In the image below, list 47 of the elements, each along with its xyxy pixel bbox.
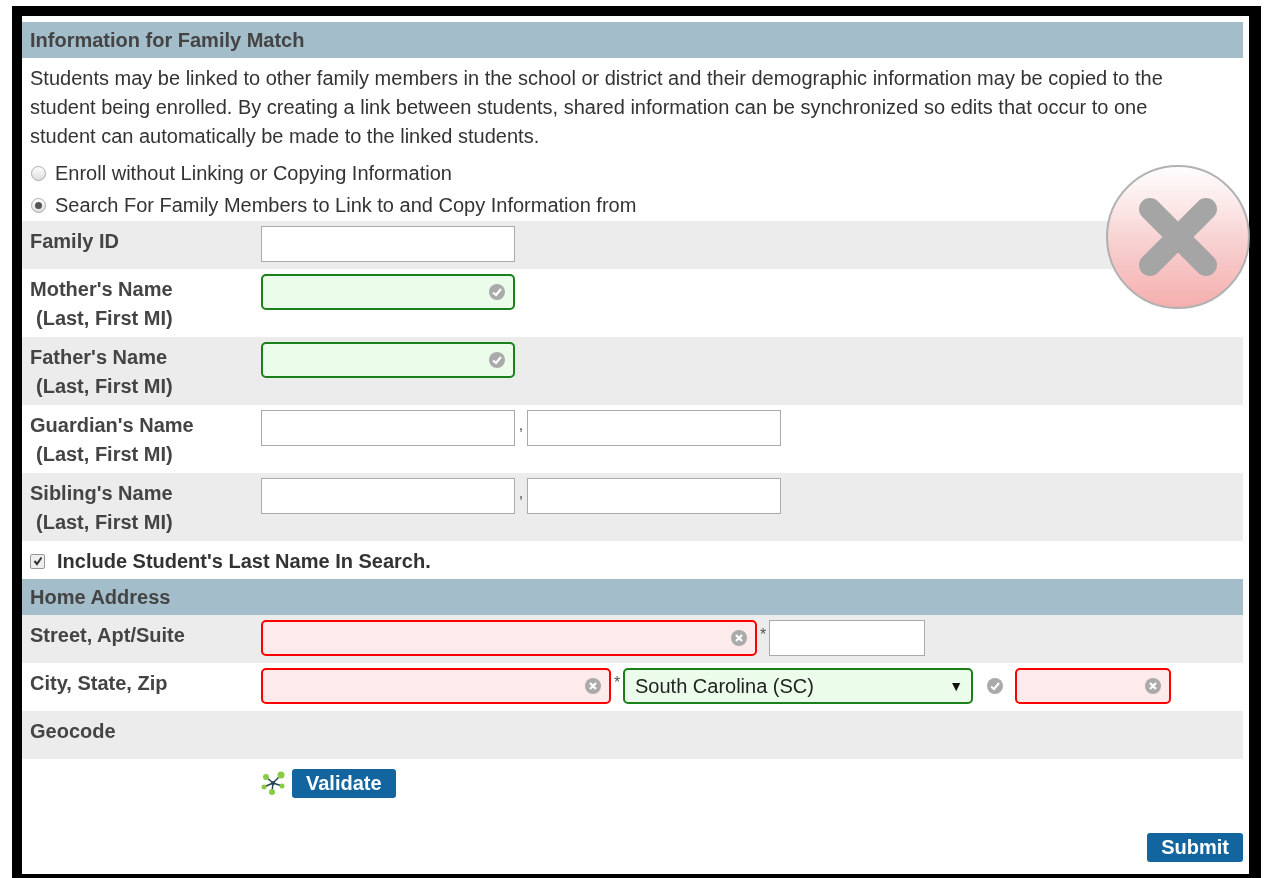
- check-circle-icon: [987, 678, 1003, 694]
- separator-mark: *: [612, 673, 622, 692]
- close-icon[interactable]: [1105, 164, 1251, 310]
- check-circle-icon: [489, 284, 505, 300]
- separator-mark: *: [758, 625, 768, 644]
- text-field[interactable]: [527, 410, 781, 446]
- field-label: Guardian's Name: [30, 413, 195, 438]
- field-hint: (Last, First MI): [35, 442, 174, 467]
- field-label: Mother's Name: [30, 277, 174, 302]
- text-field[interactable]: [261, 342, 515, 378]
- submit-button[interactable]: Submit: [1147, 833, 1243, 862]
- field-label: Geocode: [30, 719, 117, 744]
- text-field[interactable]: [261, 410, 515, 446]
- field-label: City, State, Zip: [30, 671, 169, 696]
- text-field[interactable]: [261, 668, 611, 704]
- checkbox-label: Include Student's Last Name In Search.: [57, 549, 431, 573]
- separator-mark: ,: [517, 483, 525, 502]
- field-label: Family ID: [30, 229, 120, 254]
- section-header: Information for Family Match: [22, 22, 1243, 58]
- separator-mark: ,: [517, 415, 525, 434]
- checkbox[interactable]: [30, 553, 45, 569]
- clear-icon: [731, 630, 747, 646]
- text-field[interactable]: [261, 226, 515, 262]
- text-field[interactable]: [261, 620, 757, 656]
- intro-text: Students may be linked to other family members in the school or district and their demographic information may be copied to the student being enrolled. By creating a link between students, shared information can be synchronized so edits that occur to one student can automatically be made to the linked students.: [30, 66, 1164, 149]
- field-label: Sibling's Name: [30, 481, 174, 506]
- text-field[interactable]: [1015, 668, 1171, 704]
- radio-button[interactable]: [31, 197, 46, 213]
- text-field[interactable]: [527, 478, 781, 514]
- check-circle-icon: [489, 352, 505, 368]
- field-hint: (Last, First MI): [35, 306, 174, 331]
- radio-button[interactable]: [31, 165, 46, 181]
- state-dropdown[interactable]: South Carolina (SC) ▼: [623, 668, 973, 704]
- field-hint: (Last, First MI): [35, 510, 174, 535]
- field-hint: (Last, First MI): [35, 374, 174, 399]
- clear-icon: [585, 678, 601, 694]
- network-icon: [260, 770, 286, 796]
- text-field[interactable]: [769, 620, 925, 656]
- section-header: Home Address: [22, 579, 1243, 615]
- field-label: Father's Name: [30, 345, 169, 370]
- validate-button[interactable]: Validate: [292, 768, 396, 798]
- clear-icon: [1145, 678, 1161, 694]
- option-label: Search For Family Members to Link to and Copy Information from: [55, 193, 637, 217]
- field-label: Street, Apt/Suite: [30, 623, 186, 648]
- option-label: Enroll without Linking or Copying Information: [55, 161, 452, 185]
- text-field[interactable]: [261, 478, 515, 514]
- text-field[interactable]: [261, 274, 515, 310]
